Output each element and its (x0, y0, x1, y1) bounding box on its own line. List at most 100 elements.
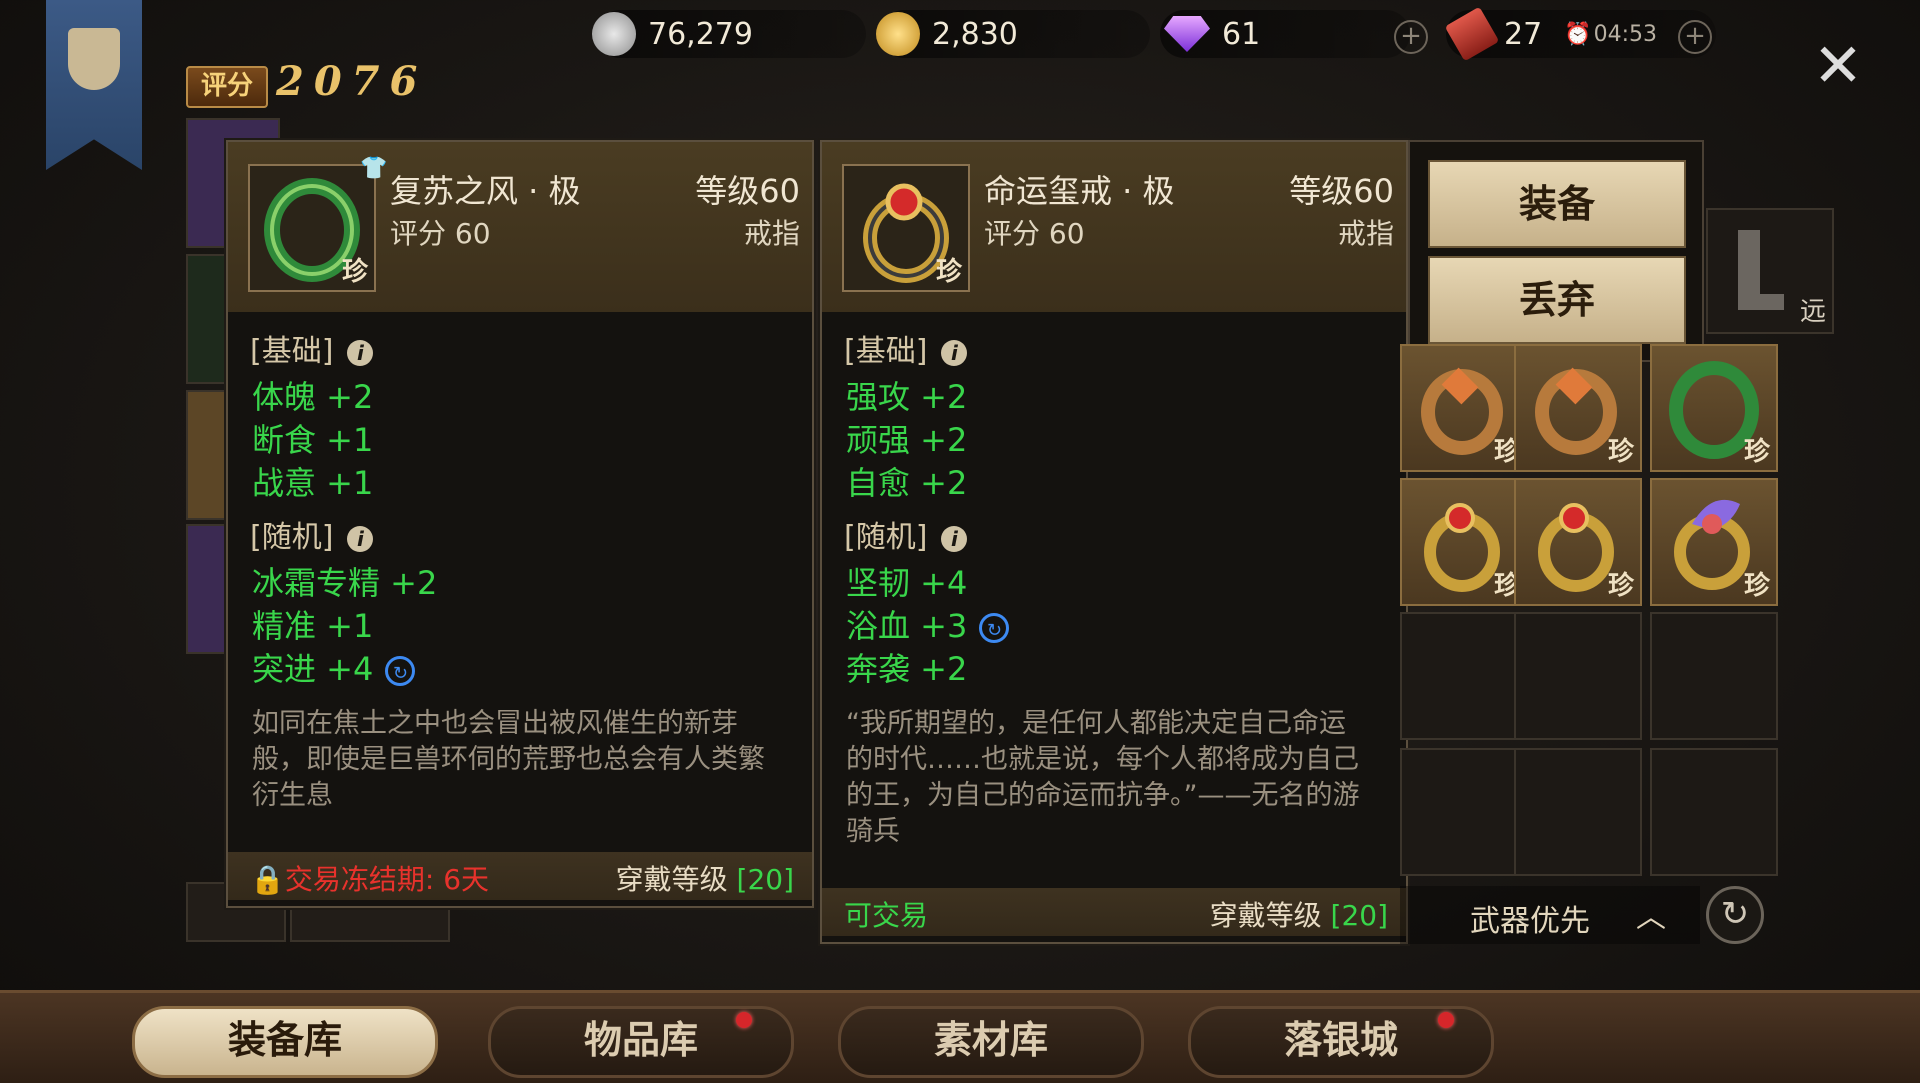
trade-status: 🔒交易冻结期: 6天 (250, 858, 489, 898)
random-stat: 突进 +4 ↻ (252, 644, 416, 690)
trade-status: 可交易 (844, 899, 929, 932)
ranged-mark: 远 (1799, 297, 1826, 327)
diamond-counter: 61 (1160, 10, 1410, 58)
random-header-label: [随机] (844, 520, 928, 555)
sort-dropdown[interactable]: 武器优先 ︿ (1400, 886, 1700, 944)
inventory-slot-empty[interactable] (1514, 612, 1642, 740)
refresh-icon[interactable]: ↻ (1706, 886, 1764, 944)
inventory-slot-empty[interactable] (1650, 748, 1778, 876)
wear-level: 穿戴等级 [20] (1210, 894, 1388, 934)
sort-label: 武器优先 (1470, 904, 1590, 939)
item-footer: 🔒交易冻结期: 6天 穿戴等级 [20] (228, 852, 812, 900)
gold-coin-icon (876, 12, 920, 56)
item-name: 命运玺戒 · 极 (984, 172, 1175, 210)
tab-equipment[interactable]: 装备库 (132, 1006, 438, 1078)
rarity-mark: 珍 (935, 257, 962, 287)
inventory-slot-empty[interactable] (1650, 612, 1778, 740)
inventory-slot[interactable]: 珍 (1514, 478, 1642, 606)
basic-section-header: [基础] i (844, 326, 968, 370)
action-menu: 装备 丢弃 (1408, 140, 1704, 362)
lock-icon: 🔒 (250, 863, 285, 896)
trade-status-label: 交易冻结期: 6天 (284, 863, 490, 896)
discard-button[interactable]: 丢弃 (1428, 256, 1686, 344)
wear-level: 穿戴等级 [20] (616, 858, 794, 898)
item-name: 复苏之风 · 极 (390, 172, 581, 210)
item-type: 戒指 (1337, 217, 1394, 250)
gold-amount: 2,830 (932, 16, 1018, 52)
stamina-ticket-icon (1444, 6, 1500, 62)
item-type: 戒指 (743, 217, 800, 250)
notification-dot (1438, 1012, 1454, 1028)
equipped-shirt-icon: 👕 (360, 156, 388, 181)
reroll-icon[interactable]: ↻ (385, 656, 416, 686)
inventory-slot[interactable]: 珍 (1514, 344, 1642, 472)
add-stamina-button[interactable]: + (1678, 20, 1712, 54)
basic-stat: 战意 +1 (252, 464, 374, 502)
clock-icon: ⏰ (1564, 21, 1592, 47)
basic-stat: 断食 +1 (252, 421, 374, 459)
info-icon[interactable]: i (347, 525, 374, 552)
tab-materials[interactable]: 素材库 (838, 1006, 1144, 1078)
item-tooltip-left: 珍 👕 复苏之风 · 极 评分 60 等级60 戒指 [基础] i 体魄 +2 断… (226, 140, 814, 908)
inventory-slot-empty[interactable] (1514, 748, 1642, 876)
wear-level-value: [20] (736, 863, 794, 896)
diamond-icon (1164, 16, 1210, 52)
item-description: 如同在焦土之中也会冒出被风催生的新芽般，即使是巨兽环伺的荒野也总会有人类繁衍生息 (252, 708, 765, 811)
diamond-amount: 61 (1222, 16, 1261, 52)
gold-counter: 2,830 (876, 10, 1150, 58)
random-section-header: [随机] i (250, 512, 374, 556)
inventory-slot[interactable]: 珍 (1650, 478, 1778, 606)
equip-button[interactable]: 装备 (1428, 160, 1686, 248)
close-icon[interactable]: ✕ (1810, 36, 1866, 96)
rarity-mark: 珍 (1607, 437, 1634, 467)
random-stat-label: 浴血 +3 (846, 607, 968, 645)
inventory-slot[interactable]: 珍 (1400, 478, 1528, 606)
item-level: 等级60 (1289, 172, 1394, 210)
basic-stat: 强攻 +2 (846, 378, 968, 416)
silver-amount: 76,279 (648, 16, 753, 52)
stamina-counter: 27 ⏰ 04:53 (1444, 6, 1716, 62)
wear-level-label: 穿戴等级 (615, 863, 728, 896)
chevron-up-icon: ︿ (1636, 900, 1666, 935)
add-diamond-button[interactable]: + (1394, 20, 1428, 54)
inventory-slot-empty[interactable] (1400, 748, 1528, 876)
inventory-slot-boots[interactable]: 远 (1706, 208, 1834, 334)
inventory-slot-empty[interactable] (1400, 612, 1528, 740)
info-icon[interactable]: i (941, 339, 968, 366)
item-header: 珍 命运玺戒 · 极 评分 60 等级60 戒指 (822, 142, 1406, 312)
random-section-header: [随机] i (844, 512, 968, 556)
item-score: 评分 60 (390, 217, 491, 250)
silver-counter: 76,279 (592, 10, 866, 58)
item-score: 评分 60 (984, 217, 1085, 250)
score-value: 2076 (276, 58, 428, 105)
guild-banner[interactable] (46, 0, 142, 170)
wear-level-value: [20] (1330, 899, 1388, 932)
stamina-timer: 04:53 (1593, 21, 1657, 47)
random-stat: 奔袭 +2 (846, 650, 968, 688)
inventory-slot[interactable]: 珍 (1400, 344, 1528, 472)
item-description: “我所期望的，是任何人都能决定自己命运的时代……也就是说，每个人都将成为自己的王… (846, 708, 1360, 847)
stamina-amount: 27 (1504, 16, 1543, 52)
item-level: 等级60 (695, 172, 800, 210)
random-stat: 精准 +1 (252, 607, 374, 645)
basic-header-label: [基础] (250, 334, 334, 369)
info-icon[interactable]: i (347, 339, 374, 366)
reroll-icon[interactable]: ↻ (979, 613, 1010, 643)
basic-header-label: [基础] (844, 334, 928, 369)
basic-stat: 自愈 +2 (846, 464, 968, 502)
rarity-mark: 珍 (341, 257, 368, 287)
info-icon[interactable]: i (941, 525, 968, 552)
item-header: 珍 👕 复苏之风 · 极 评分 60 等级60 戒指 (228, 142, 812, 312)
random-stat: 坚韧 +4 (846, 564, 968, 602)
rarity-mark: 珍 (1607, 571, 1634, 601)
inventory-slot[interactable]: 珍 (1650, 344, 1778, 472)
score-label: 评分 (186, 66, 268, 108)
shield-emblem-icon (68, 28, 120, 90)
item-icon-box: 珍 (842, 164, 970, 292)
random-header-label: [随机] (250, 520, 334, 555)
basic-stat: 顽强 +2 (846, 421, 968, 459)
item-tooltip-right: 珍 命运玺戒 · 极 评分 60 等级60 戒指 [基础] i 强攻 +2 顽强 … (820, 140, 1408, 944)
item-footer: 可交易 穿戴等级 [20] (822, 888, 1406, 936)
basic-section-header: [基础] i (250, 326, 374, 370)
rarity-mark: 珍 (1743, 571, 1770, 601)
